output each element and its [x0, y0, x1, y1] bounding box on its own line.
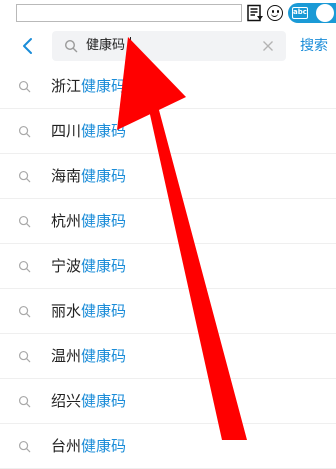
suggestion-item[interactable]: 台州健康码 — [0, 424, 336, 469]
input-mode-toggle[interactable]: abc — [288, 3, 336, 23]
search-icon — [18, 260, 31, 273]
suggestion-label: 海南健康码 — [51, 167, 127, 185]
abc-icon: abc — [292, 7, 308, 19]
search-icon — [18, 80, 31, 93]
suggestion-item[interactable]: 四川健康码 — [0, 109, 336, 154]
ime-input-field[interactable] — [16, 4, 242, 22]
search-header: 健康码 搜索 — [0, 28, 336, 64]
suggestion-label: 温州健康码 — [51, 347, 127, 365]
search-icon — [18, 440, 31, 453]
suggestion-label: 丽水健康码 — [51, 302, 127, 320]
search-icon — [64, 39, 78, 53]
suggestion-label: 宁波健康码 — [51, 257, 127, 275]
suggestion-label: 台州健康码 — [51, 437, 127, 455]
suggestion-label: 四川健康码 — [51, 122, 127, 140]
suggestion-item[interactable]: 丽水健康码 — [0, 289, 336, 334]
search-icon — [18, 395, 31, 408]
search-icon — [18, 305, 31, 318]
search-icon — [18, 125, 31, 138]
close-icon[interactable] — [259, 37, 277, 55]
suggestion-item[interactable]: 海南健康码 — [0, 154, 336, 199]
suggestion-label: 浙江健康码 — [51, 77, 127, 95]
search-input[interactable]: 健康码 — [52, 31, 286, 61]
toggle-knob — [316, 4, 334, 22]
suggestion-label: 绍兴健康码 — [51, 392, 127, 410]
search-icon — [18, 170, 31, 183]
search-submit-button[interactable]: 搜索 — [300, 28, 328, 64]
search-icon — [18, 215, 31, 228]
chevron-left-icon[interactable] — [14, 32, 42, 60]
suggestion-item[interactable]: 绍兴健康码 — [0, 379, 336, 424]
text-caret — [130, 37, 131, 55]
emoji-icon[interactable] — [267, 5, 283, 21]
suggestion-item[interactable]: 宁波健康码 — [0, 244, 336, 289]
search-query-text: 健康码 — [86, 38, 126, 53]
ime-toolbar: abc — [0, 0, 336, 28]
suggestion-label: 杭州健康码 — [51, 212, 127, 230]
suggestion-list: 浙江健康码 四川健康码 海南健康码 杭州健康码 宁波健康码 丽水健康码 温州健康… — [0, 64, 336, 469]
search-icon — [18, 350, 31, 363]
note-icon[interactable] — [246, 4, 264, 22]
suggestion-item[interactable]: 温州健康码 — [0, 334, 336, 379]
suggestion-item[interactable]: 浙江健康码 — [0, 64, 336, 109]
suggestion-item[interactable]: 杭州健康码 — [0, 199, 336, 244]
